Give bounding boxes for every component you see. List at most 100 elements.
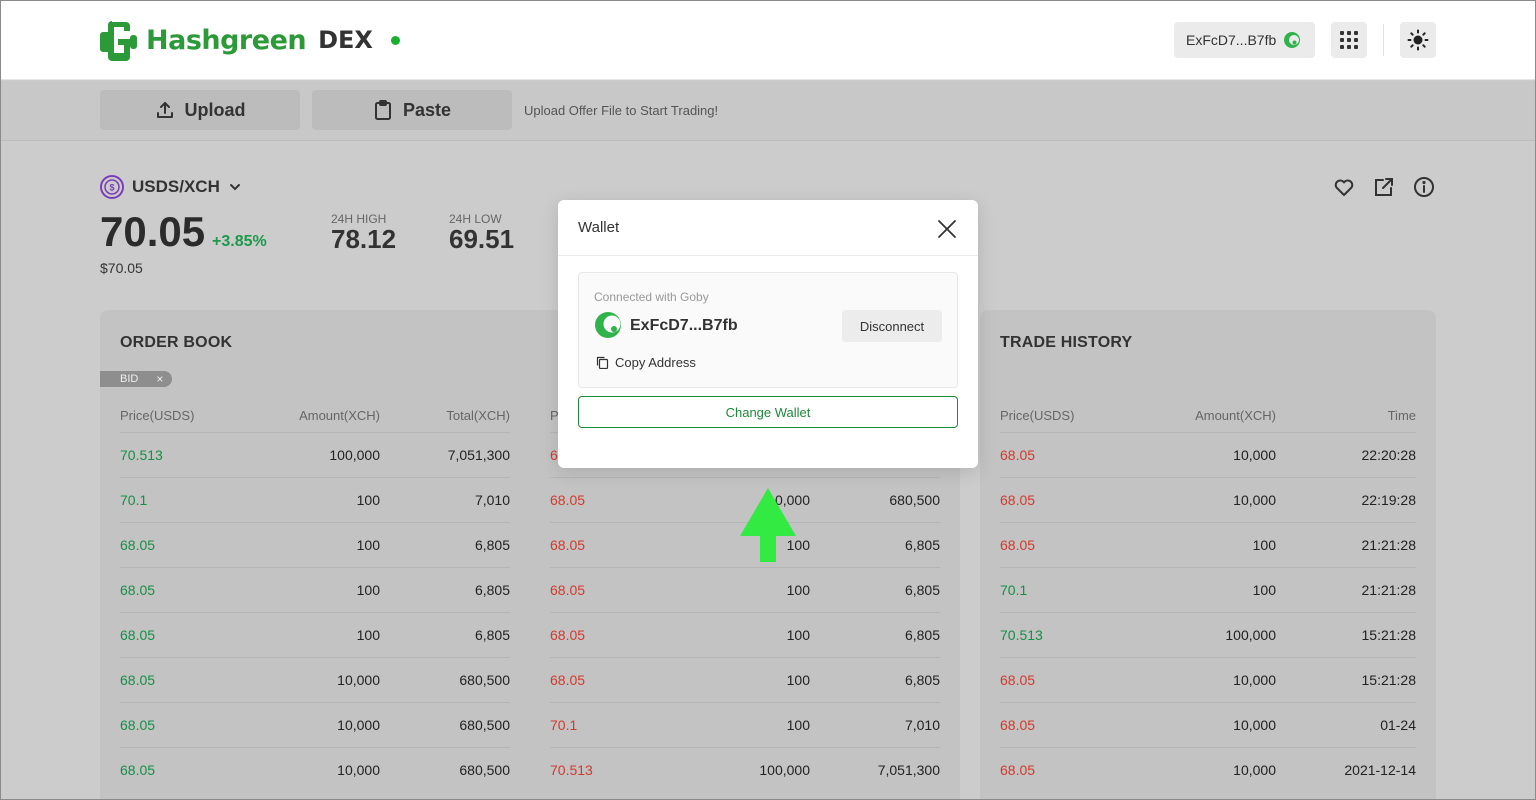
paste-button[interactable]: Paste	[312, 90, 512, 130]
close-icon[interactable]	[936, 218, 958, 240]
ask-price: 70.513	[550, 762, 593, 778]
trade-history-title: TRADE HISTORY	[1000, 334, 1133, 351]
table-row[interactable]: 68.05 100 6,805	[550, 567, 940, 612]
heart-icon[interactable]	[1333, 176, 1355, 198]
table-row[interactable]: 68.05 10,000 22:20:28	[1000, 432, 1416, 477]
trade-price: 68.05	[1000, 717, 1036, 733]
bid-amount: 100	[356, 537, 380, 553]
col-price: Price(USDS)	[120, 408, 195, 423]
logo[interactable]: Hashgreen DEX	[98, 19, 400, 61]
table-row[interactable]: 70.1 100 7,010	[550, 702, 940, 747]
table-row[interactable]: 68.05 100 6,805	[550, 612, 940, 657]
wallet-address-label: ExFcD7...B7fb	[1186, 32, 1277, 48]
trade-time: 22:20:28	[1361, 447, 1417, 463]
ask-total: 6,805	[904, 672, 940, 688]
change-wallet-button[interactable]: Change Wallet	[578, 396, 958, 428]
ask-amount: 100	[786, 582, 810, 598]
close-icon[interactable]: ×	[156, 372, 163, 386]
copy-icon	[596, 356, 609, 369]
grid-icon	[1340, 31, 1358, 49]
bid-total: 6,805	[474, 582, 510, 598]
bid-price: 70.1	[120, 492, 148, 508]
ask-price: 70.1	[550, 717, 578, 733]
table-row[interactable]: 68.05 10,000 680,500	[120, 747, 510, 792]
bid-price: 68.05	[120, 582, 156, 598]
table-row[interactable]: 68.05 10,000 2021-12-14	[1000, 747, 1416, 792]
table-row[interactable]: 68.05 100 6,805	[550, 657, 940, 702]
price-usd: $70.05	[100, 260, 143, 276]
bid-filter-chip[interactable]: BID ×	[100, 371, 172, 387]
trade-price: 70.513	[1000, 627, 1043, 643]
trade-time: 21:21:28	[1361, 582, 1417, 598]
paste-label: Paste	[402, 99, 452, 120]
bid-filter-label: BID	[120, 373, 139, 385]
pair-label: USDS/XCH	[132, 177, 220, 196]
apps-grid-button[interactable]	[1331, 22, 1367, 58]
ask-price: 68.05	[550, 582, 586, 598]
table-row[interactable]: 70.513 100,000 7,051,300	[550, 747, 940, 792]
trade-time: 15:21:28	[1361, 627, 1417, 643]
col-time: Time	[1387, 408, 1416, 423]
table-row[interactable]: 68.05 100 6,805	[120, 567, 510, 612]
theme-toggle-button[interactable]	[1400, 22, 1436, 58]
trade-time: 15:21:28	[1361, 672, 1417, 688]
bid-total: 680,500	[459, 672, 510, 688]
trade-time: 22:19:28	[1361, 492, 1417, 508]
table-row[interactable]: 70.1 100 7,010	[120, 477, 510, 522]
brand-name: Hashgreen	[146, 24, 307, 56]
table-row[interactable]: 68.05 10,000 01-24	[1000, 702, 1416, 747]
ask-amount: 100	[786, 672, 810, 688]
ask-price: 68.05	[550, 627, 586, 643]
trade-price: 68.05	[1000, 447, 1036, 463]
ask-price: 68.05	[550, 492, 586, 508]
table-row[interactable]: 70.513 100,000 15:21:28	[1000, 612, 1416, 657]
modal-title: Wallet	[578, 219, 620, 236]
info-icon[interactable]	[1413, 176, 1435, 198]
col-price: Price(USDS)	[1000, 408, 1075, 423]
ask-total: 6,805	[904, 537, 940, 553]
bid-amount: 10,000	[337, 672, 380, 688]
table-row[interactable]: 68.05 10,000 22:19:28	[1000, 477, 1416, 522]
bid-total: 7,051,300	[447, 447, 510, 463]
connected-wallet-card: Connected with Goby ExFcD7...B7fb Discon…	[578, 272, 958, 388]
trade-amount: 10,000	[1233, 762, 1276, 778]
disconnect-button[interactable]: Disconnect	[842, 310, 942, 342]
col-amount: Amount(XCH)	[299, 408, 380, 423]
price-change: +3.85%	[212, 233, 267, 250]
upload-label: Upload	[184, 99, 246, 120]
trade-amount: 10,000	[1233, 717, 1276, 733]
brand-product: DEX	[318, 26, 373, 54]
action-bar: Upload Paste Upload Offer File to Start …	[0, 81, 1536, 141]
pair-selector[interactable]: $ USDS/XCH	[100, 175, 242, 199]
bid-amount: 100	[356, 492, 380, 508]
copy-address-button[interactable]: Copy Address	[596, 355, 696, 370]
arrow-up-icon	[740, 488, 796, 562]
connected-label: Connected with Goby	[594, 290, 709, 304]
upload-button[interactable]: Upload	[100, 90, 300, 130]
table-row[interactable]: 70.513 100,000 7,051,300	[120, 432, 510, 477]
trade-amount: 10,000	[1233, 672, 1276, 688]
trade-amount: 10,000	[1233, 447, 1276, 463]
bid-total: 6,805	[474, 537, 510, 553]
bid-price: 68.05	[120, 762, 156, 778]
ask-amount: 100	[786, 717, 810, 733]
trade-time: 01-24	[1380, 717, 1416, 733]
bid-price: 68.05	[120, 717, 156, 733]
bid-total: 6,805	[474, 627, 510, 643]
table-row[interactable]: 68.05 100 6,805	[120, 522, 510, 567]
table-row[interactable]: 68.05 10,000 15:21:28	[1000, 657, 1416, 702]
bid-total: 7,010	[474, 492, 510, 508]
goby-wallet-icon	[1284, 32, 1301, 48]
table-row[interactable]: 70.1 100 21:21:28	[1000, 567, 1416, 612]
table-row[interactable]: 68.05 100 21:21:28	[1000, 522, 1416, 567]
bid-amount: 100,000	[329, 447, 380, 463]
table-row[interactable]: 68.05 10,000 680,500	[120, 657, 510, 702]
modal-divider	[558, 255, 978, 256]
external-link-icon[interactable]	[1373, 176, 1395, 198]
chevron-down-icon	[229, 184, 240, 191]
wallet-address-button[interactable]: ExFcD7...B7fb	[1174, 22, 1315, 58]
table-row[interactable]: 68.05 100 6,805	[120, 612, 510, 657]
bid-total: 680,500	[459, 717, 510, 733]
bid-amount: 100	[356, 627, 380, 643]
table-row[interactable]: 68.05 10,000 680,500	[120, 702, 510, 747]
